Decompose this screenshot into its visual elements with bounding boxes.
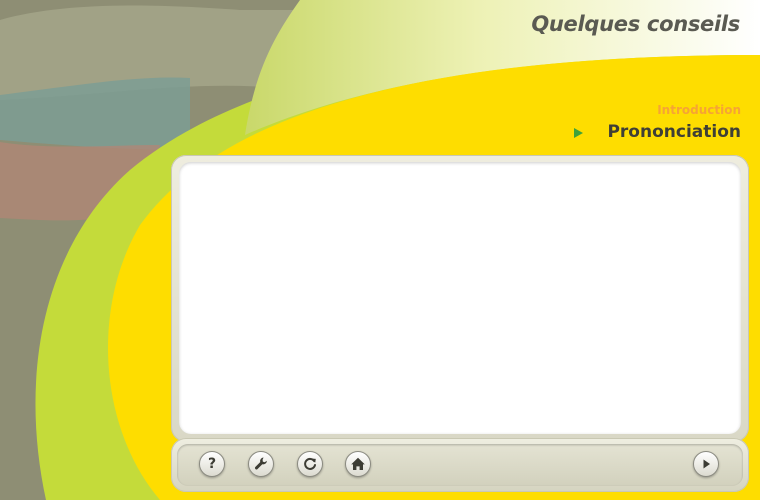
page-title: Quelques conseils	[531, 12, 740, 36]
nav-current-section[interactable]: Prononciation	[607, 122, 741, 142]
play-next-icon	[703, 459, 710, 469]
content-panel	[179, 162, 741, 434]
home-button[interactable]	[345, 451, 371, 477]
next-button[interactable]	[693, 451, 719, 477]
wrench-icon	[254, 457, 267, 470]
settings-button[interactable]	[248, 451, 274, 477]
replay-icon	[304, 457, 316, 470]
content-frame	[171, 155, 749, 442]
home-icon	[351, 457, 365, 470]
help-icon: ?	[207, 456, 217, 472]
help-button[interactable]: ?	[199, 451, 225, 477]
nav-link-introduction[interactable]: Introduction	[657, 103, 741, 117]
replay-button[interactable]	[297, 451, 323, 477]
current-section-arrow-icon	[574, 128, 583, 138]
